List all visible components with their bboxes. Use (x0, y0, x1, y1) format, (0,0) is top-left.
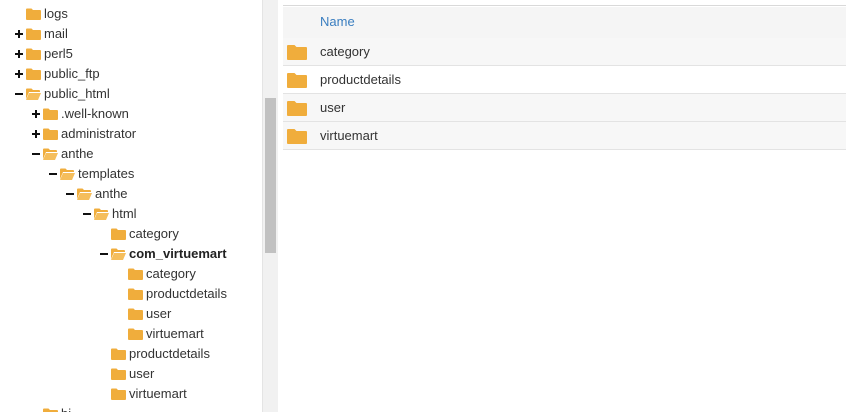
tree-item-public-html[interactable]: public_html (14, 84, 110, 104)
folder-icon (287, 128, 307, 144)
expand-plus-icon[interactable] (31, 109, 41, 119)
folder-icon (287, 100, 307, 116)
tree-item-perl5[interactable]: perl5 (14, 44, 73, 64)
tree-item-administrator[interactable]: administrator (31, 124, 136, 144)
file-name[interactable]: productdetails (320, 72, 401, 87)
collapse-minus-icon[interactable] (82, 209, 92, 219)
tree-item-category[interactable]: category (99, 224, 179, 244)
tree-item-mail[interactable]: mail (14, 24, 68, 44)
folder-open-icon (26, 88, 41, 100)
tree-item-label: user (129, 366, 155, 381)
tree-item-user[interactable]: user (99, 364, 154, 384)
folder-icon (43, 108, 58, 120)
tree-item-virtuemart[interactable]: virtuemart (99, 384, 187, 404)
file-name[interactable]: user (320, 100, 345, 115)
tree-item-label: category (146, 266, 196, 281)
tree-item-well-known[interactable]: .well-known (31, 104, 129, 124)
tree-item-html[interactable]: html (82, 204, 137, 224)
name-column-header[interactable]: Name (320, 7, 355, 37)
collapse-minus-icon[interactable] (31, 149, 41, 159)
folder-icon (111, 228, 126, 240)
folder-open-icon (77, 188, 92, 200)
tree-item-label: logs (44, 6, 68, 21)
tree-item-label: category (129, 226, 179, 241)
tree-item-virtuemart[interactable]: virtuemart (116, 324, 204, 344)
tree-item-label: productdetails (146, 286, 227, 301)
folder-icon (111, 388, 126, 400)
folder-icon (26, 48, 41, 60)
tree-item-label: user (146, 306, 172, 321)
expand-plus-icon[interactable] (14, 29, 24, 39)
folder-open-icon (94, 208, 109, 220)
tree-item-label: anthe (95, 186, 128, 201)
folder-icon (43, 128, 58, 140)
folder-icon (26, 8, 41, 20)
tree-item-label: templates (78, 166, 135, 181)
file-name[interactable]: category (320, 44, 370, 59)
folder-icon (43, 408, 58, 412)
tree-item-label: virtuemart (146, 326, 204, 341)
tree-item-label: productdetails (129, 346, 210, 361)
tree-item-label: com_virtuemart (129, 246, 227, 261)
file-row[interactable]: user (283, 94, 846, 122)
collapse-minus-icon[interactable] (99, 249, 109, 259)
tree-item-productdetails[interactable]: productdetails (116, 284, 227, 304)
collapse-minus-icon[interactable] (14, 89, 24, 99)
folder-icon (287, 44, 307, 60)
file-row[interactable]: virtuemart (283, 122, 846, 150)
tree-item-label: .well-known (61, 106, 129, 121)
tree-item-label: html (112, 206, 137, 221)
expand-plus-icon[interactable] (31, 129, 41, 139)
tree-item-label: public_html (44, 86, 110, 101)
directory-tree: logs mail perl5 public_ftp public_html .… (0, 0, 262, 412)
tree-item-user[interactable]: user (116, 304, 171, 324)
folder-icon (128, 308, 143, 320)
toolbar-divider (283, 0, 846, 6)
collapse-minus-icon[interactable] (65, 189, 75, 199)
folder-icon (128, 288, 143, 300)
folder-icon (128, 268, 143, 280)
folder-icon (111, 368, 126, 380)
tree-scrollbar[interactable] (262, 0, 278, 412)
tree-scrollbar-thumb[interactable] (265, 98, 276, 253)
tree-item-templates[interactable]: templates (48, 164, 134, 184)
tree-item-label: anthe (61, 146, 94, 161)
tree-item-category[interactable]: category (116, 264, 196, 284)
file-row[interactable]: category (283, 38, 846, 66)
tree-item-anthe[interactable]: anthe (31, 144, 94, 164)
folder-icon (111, 348, 126, 360)
tree-item-label: public_ftp (44, 66, 100, 81)
tree-item-bi[interactable]: bi (31, 404, 71, 412)
tree-item-productdetails[interactable]: productdetails (99, 344, 210, 364)
folder-open-icon (111, 248, 126, 260)
expand-plus-icon[interactable] (14, 49, 24, 59)
folder-icon (26, 68, 41, 80)
file-list-panel: Name category productdetails user virtue… (283, 0, 846, 412)
tree-item-label: administrator (61, 126, 137, 141)
tree-item-label: perl5 (44, 46, 73, 61)
tree-item-public-ftp[interactable]: public_ftp (14, 64, 100, 84)
file-list-header: Name (283, 7, 846, 39)
folder-open-icon (60, 168, 75, 180)
tree-item-logs[interactable]: logs (14, 4, 68, 24)
expand-plus-icon[interactable] (14, 69, 24, 79)
tree-item-com-virtuemart-selected[interactable]: com_virtuemart (99, 244, 227, 264)
tree-item-label: mail (44, 26, 68, 41)
tree-item-label: virtuemart (129, 386, 187, 401)
folder-icon (128, 328, 143, 340)
tree-item-label: bi (61, 404, 71, 412)
file-row[interactable]: productdetails (283, 66, 846, 94)
file-name[interactable]: virtuemart (320, 128, 378, 143)
tree-item-anthe-template[interactable]: anthe (65, 184, 128, 204)
folder-icon (287, 72, 307, 88)
collapse-minus-icon[interactable] (48, 169, 58, 179)
folder-icon (26, 28, 41, 40)
folder-open-icon (43, 148, 58, 160)
